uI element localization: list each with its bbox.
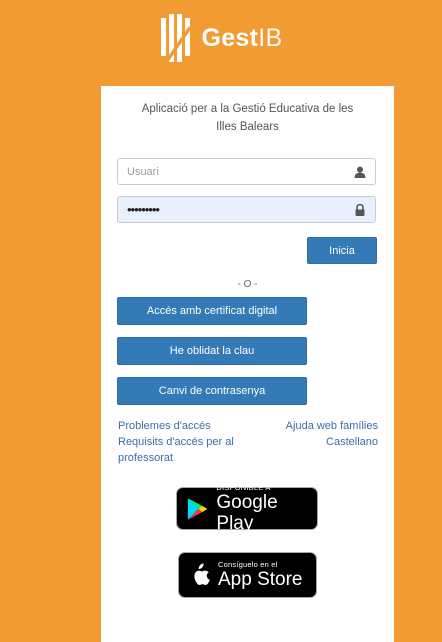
teacher-access-requirements-link[interactable]: Requisits d'accés per al professorat xyxy=(118,434,258,466)
username-field[interactable] xyxy=(117,158,376,185)
google-play-icon xyxy=(187,497,208,520)
gestib-logo: GestIB xyxy=(0,12,442,64)
google-play-badge[interactable]: DISPONIBLE A Google Play xyxy=(176,483,318,534)
app-store-badge[interactable]: Consíguelo en el App Store xyxy=(178,552,317,598)
user-icon xyxy=(354,166,366,178)
help-links-right: Ajuda web famílies Castellano xyxy=(258,418,378,450)
change-password-button[interactable]: Canvi de contrasenya xyxy=(117,377,307,405)
app-store-small-text: Consíguelo en el xyxy=(218,560,278,569)
help-links-left: Problemes d'accés Requisits d'accés per … xyxy=(118,418,258,466)
brand-name: GestIB xyxy=(201,24,282,53)
apple-icon xyxy=(194,563,210,585)
family-web-help-link[interactable]: Ajuda web famílies xyxy=(258,418,378,434)
google-play-text: Google Play xyxy=(216,492,278,534)
forgot-password-button[interactable]: He oblidat la clau xyxy=(117,337,307,365)
password-input[interactable] xyxy=(118,197,347,222)
separator-text: - O - xyxy=(237,279,258,290)
digital-certificate-button[interactable]: Accés amb certificat digital xyxy=(117,297,307,325)
access-problems-link[interactable]: Problemes d'accés xyxy=(118,418,258,434)
google-play-small-text: DISPONIBLE A xyxy=(216,483,271,492)
brand-name-thin: IB xyxy=(258,23,283,52)
castellano-language-link[interactable]: Castellano xyxy=(258,434,378,450)
login-card: Aplicació per a la Gestió Educativa de l… xyxy=(101,86,394,642)
app-subtitle: Aplicació per a la Gestió Educativa de l… xyxy=(141,103,354,133)
gestib-logo-icon xyxy=(161,14,192,62)
brand-name-bold: Gest xyxy=(201,23,259,52)
password-field[interactable] xyxy=(117,196,376,223)
app-store-text: App Store xyxy=(218,569,303,590)
lock-icon xyxy=(355,204,365,216)
login-button[interactable]: Inicia xyxy=(307,237,377,264)
username-input[interactable] xyxy=(118,159,347,184)
